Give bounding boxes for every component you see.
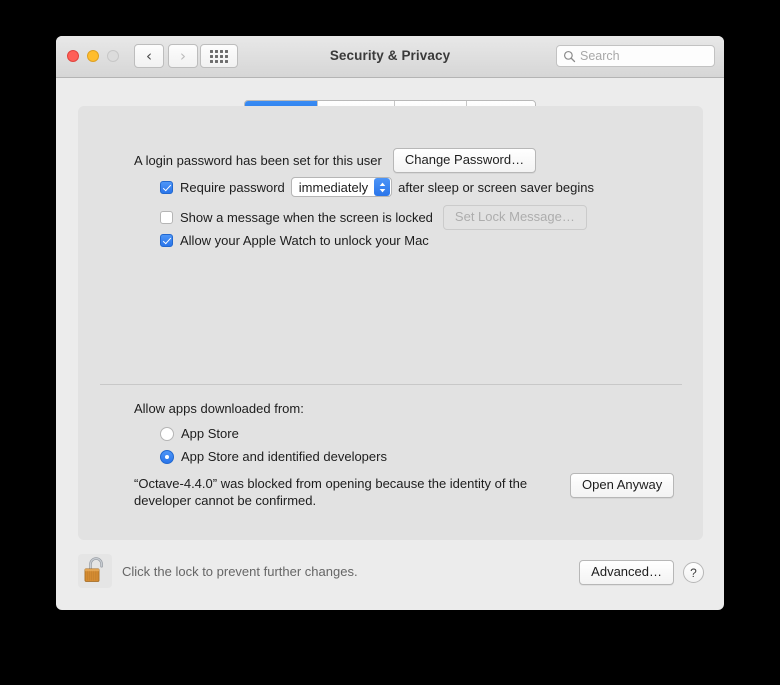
blocked-app-message: “Octave-4.4.0” was blocked from opening …	[134, 476, 528, 508]
section-divider	[100, 384, 682, 385]
login-password-row: A login password has been set for this u…	[134, 148, 537, 173]
lock-button[interactable]	[78, 554, 112, 588]
lock-hint-text: Click the lock to prevent further change…	[122, 563, 358, 579]
search-icon	[563, 50, 576, 62]
password-delay-value: immediately	[298, 179, 369, 195]
chevron-up-down-icon	[374, 178, 391, 196]
set-lock-message-button: Set Lock Message…	[442, 205, 587, 230]
window-titlebar: ‹ › Security & Privacy Search	[56, 36, 724, 78]
search-input[interactable]: Search	[556, 45, 715, 67]
require-password-suffix: after sleep or screen saver begins	[398, 179, 594, 195]
open-anyway-row: Open Anyway	[570, 473, 675, 498]
allow-apps-heading: Allow apps downloaded from:	[134, 401, 304, 416]
show-lock-message-label: Show a message when the screen is locked	[180, 210, 433, 225]
help-button[interactable]: ?	[683, 562, 704, 583]
search-placeholder: Search	[580, 49, 620, 63]
app-store-and-developers-radio[interactable]	[160, 449, 174, 464]
show-lock-message-row: Show a message when the screen is locked…	[160, 205, 587, 230]
footer-buttons: Advanced… ?	[579, 560, 704, 585]
require-password-label: Require password	[180, 179, 285, 195]
login-password-label: A login password has been set for this u…	[134, 153, 382, 168]
app-store-label: App Store	[181, 426, 239, 441]
password-delay-select[interactable]: immediately	[290, 177, 393, 197]
app-store-radio[interactable]	[160, 426, 174, 441]
apple-watch-label: Allow your Apple Watch to unlock your Ma…	[180, 233, 429, 248]
lock-area: Click the lock to prevent further change…	[78, 554, 358, 588]
require-password-row: Require password immediately after sleep…	[160, 177, 594, 197]
radio-app-store-and-developers-row[interactable]: App Store and identified developers	[160, 449, 387, 464]
change-password-button[interactable]: Change Password…	[392, 148, 537, 173]
allow-apps-heading-row: Allow apps downloaded from:	[134, 401, 304, 416]
general-settings-panel: A login password has been set for this u…	[78, 106, 703, 540]
radio-app-store-row[interactable]: App Store	[160, 426, 239, 441]
apple-watch-row: Allow your Apple Watch to unlock your Ma…	[160, 233, 429, 248]
open-anyway-button[interactable]: Open Anyway	[570, 473, 675, 498]
apple-watch-checkbox[interactable]	[160, 234, 173, 247]
unlocked-padlock-icon	[84, 557, 103, 582]
show-lock-message-checkbox[interactable]	[160, 211, 173, 224]
require-password-checkbox[interactable]	[160, 180, 173, 194]
advanced-button[interactable]: Advanced…	[579, 560, 674, 585]
app-store-and-developers-label: App Store and identified developers	[181, 449, 387, 464]
security-privacy-window: ‹ › Security & Privacy Search General	[56, 36, 724, 610]
